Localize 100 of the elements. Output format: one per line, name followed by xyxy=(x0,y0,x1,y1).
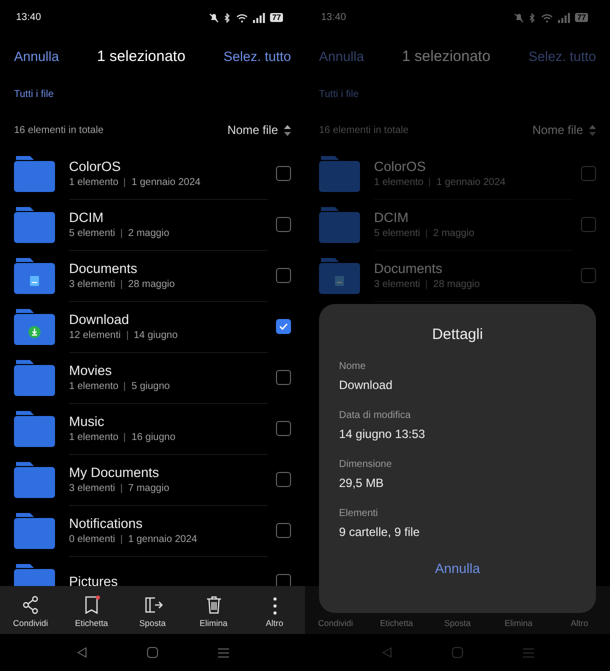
folder-date: 1 gennaio 2024 xyxy=(131,176,200,188)
field-value: 29,5 MB xyxy=(339,476,384,490)
folder-name[interactable]: DCIM xyxy=(69,210,104,224)
field-label: Elementi xyxy=(339,508,378,519)
status-time: 13:40 xyxy=(321,12,346,23)
field-value: 14 giugno 13:53 xyxy=(339,427,426,441)
back-icon[interactable] xyxy=(76,647,86,658)
folder-icon xyxy=(319,156,360,192)
checkbox[interactable] xyxy=(276,217,291,232)
folder-item-count: 1 elemento xyxy=(69,176,118,188)
folder-icon xyxy=(14,156,55,192)
cancel-button[interactable]: Annulla xyxy=(428,559,486,578)
folder-date: 16 giugno xyxy=(131,432,176,442)
folder-date: 28 maggio xyxy=(433,278,480,290)
folder-date: 28 maggio xyxy=(128,278,175,290)
sort-label[interactable]: Nome file xyxy=(532,123,583,137)
checkmark-icon xyxy=(279,323,288,330)
bluetooth-icon xyxy=(529,12,536,22)
bluetooth-icon xyxy=(224,12,232,22)
folder-item-count: 1 elemento xyxy=(374,176,424,188)
checkbox[interactable] xyxy=(276,268,291,283)
checkbox[interactable] xyxy=(276,421,291,436)
checkbox[interactable] xyxy=(276,472,291,487)
document-icon xyxy=(30,276,39,286)
dialog-title: Dettagli xyxy=(432,326,483,343)
folder-name[interactable]: ColorOS xyxy=(69,158,121,174)
wifi-icon xyxy=(541,12,554,22)
checkbox[interactable] xyxy=(581,268,596,283)
field-label: Dimensione xyxy=(339,459,392,470)
toolbar-label[interactable]: Sposta xyxy=(139,618,166,628)
folder-item-count: 12 elementi xyxy=(69,330,121,340)
select-all-link[interactable]: Selez. tutto xyxy=(223,48,291,64)
folder-item-count: 1 elemento xyxy=(69,432,118,442)
cancel-link[interactable]: Annulla xyxy=(14,48,60,64)
folder-name[interactable]: ColorOS xyxy=(374,158,426,174)
folder-date: 1 gennaio 2024 xyxy=(436,176,506,188)
folder-date: 1 gennaio 2024 xyxy=(128,534,198,544)
folder-icon xyxy=(14,360,55,396)
folder-icon xyxy=(14,410,55,446)
download-icon xyxy=(28,326,40,338)
folder-item-count: 1 elemento xyxy=(69,380,118,392)
folder-name[interactable]: Documents xyxy=(69,260,138,276)
signal-icon xyxy=(558,12,570,22)
folder-date: 5 giugno xyxy=(131,380,170,392)
toolbar-label[interactable]: Altro xyxy=(266,618,284,628)
folder-item-count: 5 elementi xyxy=(69,228,116,238)
folder-name[interactable]: Movies xyxy=(69,362,112,378)
toolbar-label[interactable]: Elimina xyxy=(200,618,228,628)
menu-icon[interactable] xyxy=(218,648,228,658)
checkbox[interactable] xyxy=(276,370,291,385)
folder-name[interactable]: Music xyxy=(69,414,104,428)
folder-date: 14 giugno xyxy=(134,330,178,340)
signal-icon xyxy=(253,12,266,22)
toolbar-label[interactable]: Condividi xyxy=(13,618,48,628)
sort-label[interactable]: Nome file xyxy=(227,123,278,137)
checkbox[interactable] xyxy=(276,166,291,181)
folder-name[interactable]: DCIM xyxy=(374,210,408,224)
folder-icon xyxy=(14,512,55,548)
folder-name[interactable]: Download xyxy=(69,312,130,326)
checkbox[interactable] xyxy=(276,523,291,538)
folder-item-count: 3 elementi xyxy=(69,482,116,494)
folder-name[interactable]: Pictures xyxy=(69,574,118,586)
battery-level: 77 xyxy=(270,13,283,22)
status-time: 13:40 xyxy=(16,12,42,23)
folder-icon xyxy=(319,206,360,242)
field-value: 9 cartelle, 9 file xyxy=(339,525,420,539)
folder-icon xyxy=(14,206,55,242)
muted-bell-icon xyxy=(514,12,524,22)
screen-title: 1 selezionato xyxy=(402,48,490,64)
folder-date: 7 maggio xyxy=(128,482,170,494)
share-icon xyxy=(20,595,40,615)
folder-name[interactable]: Notifications xyxy=(69,516,143,530)
checkbox[interactable] xyxy=(581,217,596,232)
folder-item-count: 5 elementi xyxy=(374,228,420,238)
home-icon[interactable] xyxy=(146,647,158,658)
breadcrumb[interactable]: Tutti i file xyxy=(14,89,54,100)
folder-name[interactable]: Documents xyxy=(374,260,442,276)
folder-item-count: 3 elementi xyxy=(374,278,420,290)
checkbox[interactable] xyxy=(276,319,291,334)
folder-icon xyxy=(14,462,55,498)
folder-item-count: 3 elementi xyxy=(69,278,116,290)
folder-date: 2 maggio xyxy=(128,228,170,238)
battery-level: 77 xyxy=(575,13,588,22)
wifi-icon xyxy=(236,12,248,22)
folder-name[interactable]: My Documents xyxy=(69,464,160,480)
sort-icon[interactable] xyxy=(284,124,291,136)
field-label: Data di modifica xyxy=(339,410,411,421)
muted-bell-icon xyxy=(209,12,220,22)
screen-title: 1 selezionato xyxy=(97,48,186,64)
move-icon xyxy=(142,595,162,615)
document-icon xyxy=(335,276,344,286)
folder-item-count: 0 elementi xyxy=(69,534,116,544)
toolbar-label[interactable]: Etichetta xyxy=(74,618,108,628)
folder-date: 2 maggio xyxy=(433,228,474,238)
more-icon xyxy=(272,597,276,615)
item-count: 16 elementi in totale xyxy=(14,124,104,136)
field-label: Nome xyxy=(339,361,366,372)
checkbox[interactable] xyxy=(581,166,596,181)
field-value: Download xyxy=(339,378,392,392)
item-count: 16 elementi in totale xyxy=(319,124,409,136)
